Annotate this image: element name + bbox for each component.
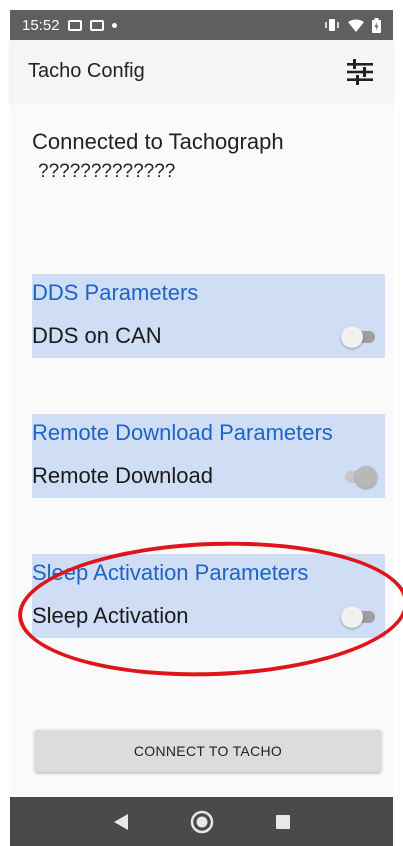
dds-on-can-switch[interactable] <box>341 325 377 348</box>
sleep-activation-row: Sleep Activation <box>32 601 385 631</box>
app-title: Tacho Config <box>28 60 145 82</box>
remote-download-parameters-header: Remote Download Parameters <box>32 420 333 445</box>
remote-download-parameters-section: Remote Download Parameters Remote Downlo… <box>32 414 385 498</box>
remote-download-label: Remote Download <box>32 463 213 488</box>
recents-button[interactable] <box>269 808 297 836</box>
vibrate-icon <box>325 19 339 31</box>
dds-parameters-header: DDS Parameters <box>32 280 199 305</box>
switch-thumb <box>355 466 377 488</box>
dds-on-can-label: DDS on CAN <box>32 323 162 348</box>
tachograph-id: ????????????? <box>38 161 176 182</box>
status-time: 15:52 <box>22 16 60 34</box>
main-content: Connected to Tachograph ????????????? DD… <box>10 103 393 797</box>
switch-thumb <box>341 326 363 348</box>
sleep-activation-parameters-section: Sleep Activation Parameters Sleep Activa… <box>32 554 385 638</box>
dds-parameters-section: DDS Parameters DDS on CAN <box>32 274 385 358</box>
remote-download-row: Remote Download <box>32 461 385 491</box>
sleep-activation-switch[interactable] <box>341 605 377 628</box>
connection-status: Connected to Tachograph ????????????? <box>32 129 284 183</box>
connect-to-tacho-button[interactable]: CONNECT TO TACHO <box>35 730 381 772</box>
back-button[interactable] <box>107 808 135 836</box>
status-bar-left: 15:52 <box>22 17 117 34</box>
wifi-icon <box>348 19 364 32</box>
connection-status-text: Connected to Tachograph <box>32 129 284 154</box>
dds-on-can-row: DDS on CAN <box>32 321 385 351</box>
remote-download-switch[interactable] <box>341 465 377 488</box>
navigation-bar <box>10 797 393 846</box>
calendar-icon <box>89 19 104 31</box>
sleep-activation-label: Sleep Activation <box>32 603 189 628</box>
status-bar: 15:52 <box>10 10 393 40</box>
tune-icon[interactable] <box>345 57 375 87</box>
status-bar-right <box>324 17 381 33</box>
recents-icon <box>275 814 290 829</box>
home-button[interactable] <box>188 808 216 836</box>
notification-dot-icon <box>111 22 117 28</box>
switch-thumb <box>341 606 363 628</box>
battery-icon <box>372 17 381 33</box>
sleep-activation-parameters-header: Sleep Activation Parameters <box>32 560 309 585</box>
back-icon <box>113 813 128 830</box>
app-bar: Tacho Config <box>10 40 393 103</box>
home-icon <box>190 810 213 833</box>
mail-icon <box>67 19 82 31</box>
